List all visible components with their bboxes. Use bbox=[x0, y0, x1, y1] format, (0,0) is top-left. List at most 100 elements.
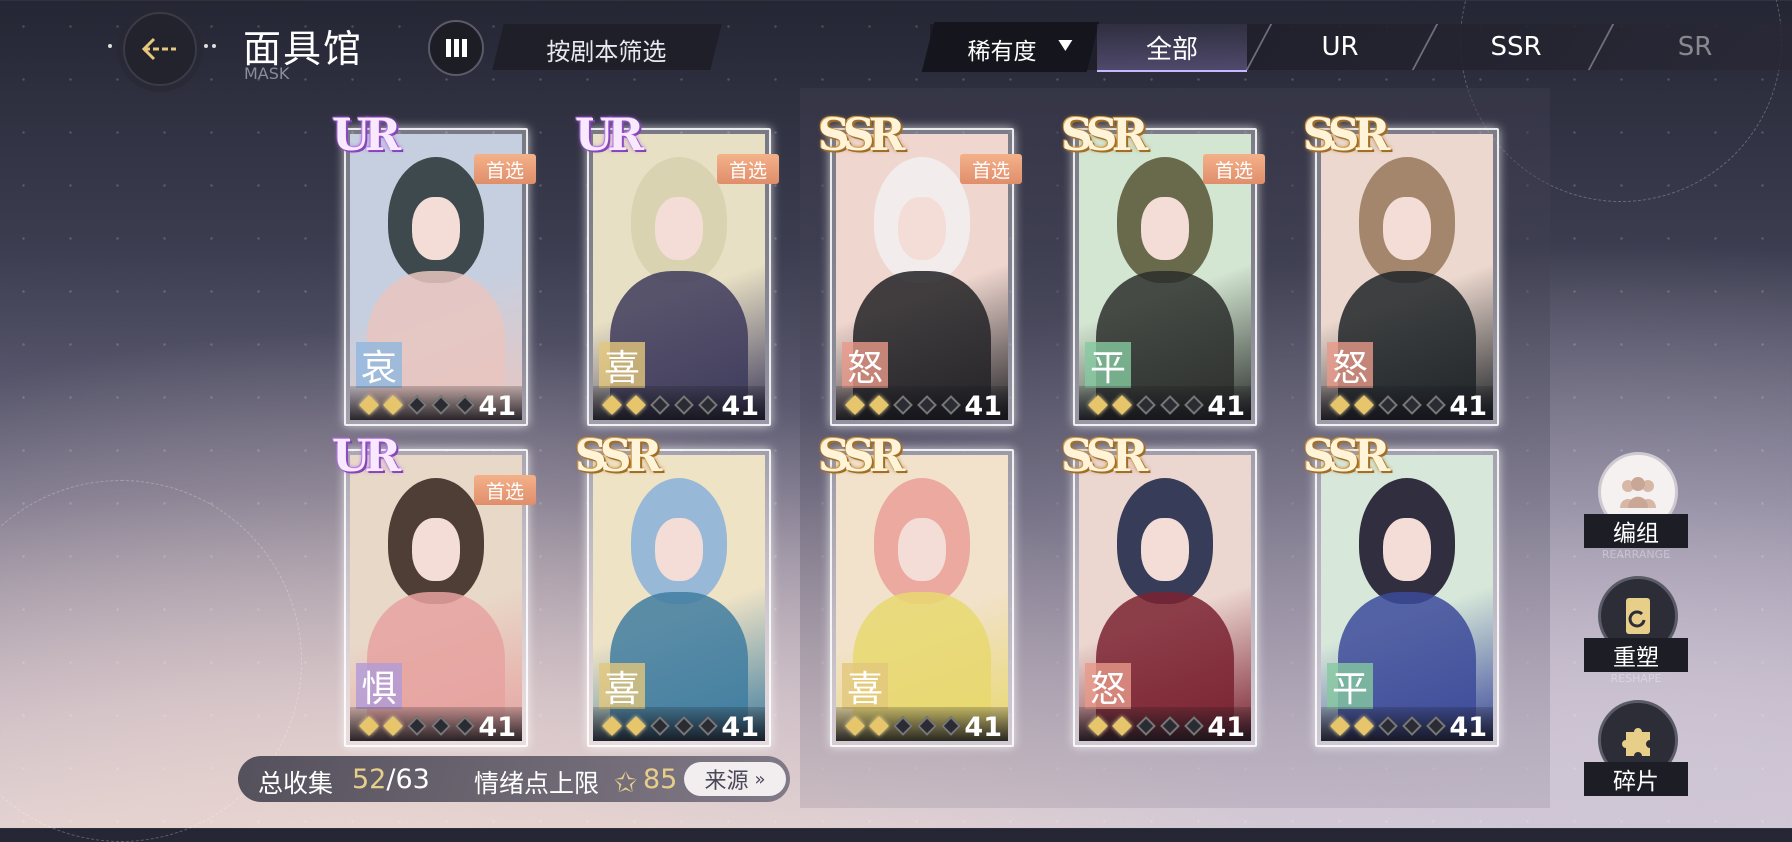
emotion-badge: 喜 bbox=[599, 342, 645, 389]
star-icon bbox=[455, 716, 475, 736]
star-icon bbox=[698, 395, 718, 415]
star-icon bbox=[383, 395, 403, 415]
rarity-badge: SSR bbox=[818, 110, 905, 161]
star-icon bbox=[602, 395, 622, 415]
back-button[interactable] bbox=[123, 12, 197, 86]
rarity-sort-dropdown[interactable]: 稀有度 bbox=[921, 22, 1100, 72]
card-level: 41 bbox=[721, 712, 759, 743]
dropdown-arrow-icon bbox=[1058, 40, 1073, 51]
star-icon bbox=[845, 716, 865, 736]
star-icon bbox=[917, 716, 937, 736]
character-face bbox=[897, 517, 947, 581]
star-icon bbox=[941, 395, 961, 415]
star-icon bbox=[917, 395, 937, 415]
star-icon bbox=[674, 395, 694, 415]
decor-dot bbox=[108, 44, 112, 48]
mask-card[interactable]: 怒 41 SSR 首选 bbox=[818, 114, 1022, 426]
card-frame: 平 41 bbox=[1315, 449, 1499, 747]
page-subtitle: MASK bbox=[244, 64, 290, 83]
star-icon bbox=[1088, 716, 1108, 736]
character-face bbox=[1382, 517, 1432, 581]
emotion-badge: 怒 bbox=[842, 342, 888, 389]
star-icon bbox=[1112, 716, 1132, 736]
star-icon bbox=[1378, 716, 1398, 736]
script-filter-label: 按剧本筛选 bbox=[546, 38, 667, 66]
emotion-badge: 怒 bbox=[1327, 342, 1373, 389]
mask-card[interactable]: 怒 41 SSR bbox=[1303, 114, 1499, 426]
card-level: 41 bbox=[964, 391, 1002, 422]
menu-bars-icon bbox=[453, 39, 459, 57]
tab-ur[interactable]: UR bbox=[1265, 24, 1415, 70]
star-icon bbox=[650, 395, 670, 415]
character-face bbox=[1382, 196, 1432, 260]
star-icon bbox=[1354, 395, 1374, 415]
menu-button[interactable] bbox=[428, 20, 484, 76]
rarity-badge: SSR bbox=[1303, 110, 1390, 161]
rarity-badge: UR bbox=[332, 431, 401, 482]
star-icon bbox=[407, 716, 427, 736]
rarity-badge: SSR bbox=[1061, 110, 1148, 161]
character-face bbox=[654, 196, 704, 260]
star-icon bbox=[1112, 395, 1132, 415]
character-face bbox=[897, 196, 947, 260]
emotion-badge: 惧 bbox=[356, 663, 402, 710]
preferred-tag: 首选 bbox=[960, 154, 1022, 184]
mask-card[interactable]: 喜 41 SSR bbox=[575, 435, 771, 747]
mask-card[interactable]: 平 41 SSR 首选 bbox=[1061, 114, 1265, 426]
card-level: 41 bbox=[1207, 712, 1245, 743]
source-button[interactable]: 来源 » bbox=[684, 762, 786, 796]
tab-ssr[interactable]: SSR bbox=[1441, 24, 1591, 70]
star-icon bbox=[869, 395, 889, 415]
character-face bbox=[411, 517, 461, 581]
character-face bbox=[1140, 517, 1190, 581]
tab-all[interactable]: 全部 bbox=[1097, 24, 1247, 72]
script-filter-button[interactable]: 按剧本筛选 bbox=[492, 24, 722, 70]
card-frame: 怒 41 bbox=[1315, 128, 1499, 426]
source-label: 来源 bbox=[704, 769, 749, 794]
rarity-sort-label: 稀有度 bbox=[967, 39, 1037, 65]
collection-label: 总收集 bbox=[258, 769, 334, 798]
rearrange-label: 编组 bbox=[1584, 514, 1688, 548]
star-icon bbox=[1136, 716, 1156, 736]
rarity-badge: UR bbox=[332, 110, 401, 161]
card-level: 41 bbox=[478, 712, 516, 743]
star-icon bbox=[1184, 716, 1204, 736]
star-icon bbox=[698, 716, 718, 736]
star-icon bbox=[845, 395, 865, 415]
star-icon bbox=[1330, 716, 1350, 736]
star-icon bbox=[1184, 395, 1204, 415]
preferred-tag: 首选 bbox=[717, 154, 779, 184]
rarity-badge: UR bbox=[575, 110, 644, 161]
mask-card[interactable]: 喜 41 UR 首选 bbox=[575, 114, 779, 426]
rarity-badge: SSR bbox=[1303, 431, 1390, 482]
rearrange-sublabel: REARRANGE bbox=[1601, 548, 1671, 561]
emotion-badge: 平 bbox=[1327, 663, 1373, 710]
double-chevron-right-icon: » bbox=[754, 768, 766, 790]
star-icon bbox=[626, 395, 646, 415]
star-icon bbox=[893, 395, 913, 415]
star-icon bbox=[1426, 395, 1446, 415]
rarity-badge: SSR bbox=[818, 431, 905, 482]
star-icon bbox=[869, 716, 889, 736]
star-icon bbox=[359, 395, 379, 415]
card-level: 41 bbox=[478, 391, 516, 422]
star-icon bbox=[383, 716, 403, 736]
card-level: 41 bbox=[1449, 712, 1487, 743]
star-icon bbox=[1354, 716, 1374, 736]
star-icon bbox=[431, 716, 451, 736]
emotion-star-icon: ✩ bbox=[614, 766, 638, 799]
card-level: 41 bbox=[1449, 391, 1487, 422]
mask-card[interactable]: 喜 41 SSR bbox=[818, 435, 1014, 747]
mask-card[interactable]: 平 41 SSR bbox=[1303, 435, 1499, 747]
reshape-label: 重塑 bbox=[1584, 638, 1688, 672]
fragment-label: 碎片 bbox=[1584, 762, 1688, 796]
rarity-badge: SSR bbox=[575, 431, 662, 482]
star-icon bbox=[941, 716, 961, 736]
star-icon bbox=[626, 716, 646, 736]
preferred-tag: 首选 bbox=[1203, 154, 1265, 184]
mask-card[interactable]: 怒 41 SSR bbox=[1061, 435, 1257, 747]
mask-card[interactable]: 惧 41 UR 首选 bbox=[332, 435, 536, 747]
tab-sr[interactable]: SR bbox=[1620, 24, 1770, 70]
menu-bars-icon bbox=[461, 39, 467, 57]
mask-card[interactable]: 哀 41 UR 首选 bbox=[332, 114, 536, 426]
